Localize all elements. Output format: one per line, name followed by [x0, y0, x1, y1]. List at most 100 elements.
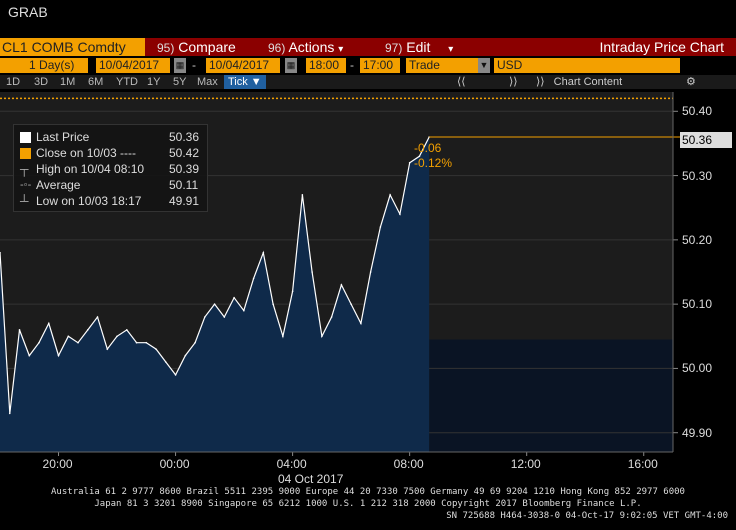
legend-close[interactable]: Close on 10/03 ---- 50.42: [14, 145, 209, 161]
future-region: [429, 339, 673, 452]
expand-icon[interactable]: ⟩⟩: [509, 75, 518, 89]
price-point: [379, 226, 382, 228]
last-price-badge: 50.36: [680, 132, 732, 148]
range-button-3d[interactable]: 3D: [34, 75, 48, 89]
range-button-ytd[interactable]: YTD: [116, 75, 138, 89]
price-point: [155, 348, 157, 350]
price-point: [0, 251, 1, 254]
actions-button[interactable]: 96) Actions ▾: [268, 38, 343, 56]
compare-button[interactable]: 95) Compare: [157, 38, 236, 56]
chart-content-button[interactable]: ⟩⟩ Chart Content: [536, 75, 622, 89]
price-point: [47, 322, 50, 325]
footer-session: SN 725688 H464-3038-0 04-Oct-17 9:02:05 …: [446, 511, 728, 521]
calendar-icon[interactable]: ▦: [285, 58, 297, 73]
price-point: [116, 335, 118, 338]
legend-last-price[interactable]: Last Price 50.36: [14, 129, 209, 145]
x-date-label: 04 Oct 2017: [278, 472, 344, 486]
price-point: [360, 322, 362, 325]
edit-button[interactable]: 97) Edit ▾: [385, 38, 453, 56]
chevron-down-icon[interactable]: ▼: [478, 58, 490, 73]
y-tick-label: 50.10: [682, 297, 713, 312]
range-button-6m[interactable]: 6M: [88, 75, 103, 89]
x-tick-label: 20:00: [42, 457, 73, 471]
range-button-1d[interactable]: 1D: [6, 75, 20, 89]
y-tick-label: 50.40: [682, 104, 713, 119]
y-tick-label: 50.00: [682, 361, 713, 376]
start-date-input[interactable]: 10/04/2017: [96, 58, 170, 73]
price-point: [340, 284, 343, 286]
footer-contacts-1: Australia 61 2 9777 8600 Brazil 5511 239…: [51, 487, 685, 497]
ticker-input[interactable]: CL1 COMB Comdty: [0, 38, 145, 56]
price-point: [86, 329, 89, 331]
event-select[interactable]: Trade: [406, 58, 478, 73]
legend-value: 50.42: [169, 146, 200, 160]
price-point: [184, 354, 187, 357]
range-button-1m[interactable]: 1M: [60, 75, 75, 89]
tick-range-button[interactable]: Tick ▼: [224, 75, 266, 89]
params-toolbar: 1 Day(s) 10/04/2017 ▦ - 10/04/2017 ▦ 18:…: [0, 57, 736, 74]
range-button-1y[interactable]: 1Y: [147, 75, 160, 89]
legend-low[interactable]: ┴ Low on 10/03 18:17 49.91: [14, 193, 209, 209]
compare-number: 95): [157, 41, 175, 55]
price-point: [369, 271, 372, 273]
price-point: [243, 309, 245, 312]
price-point: [311, 271, 313, 273]
legend-average[interactable]: -◦- Average 50.11: [14, 177, 209, 193]
price-point: [350, 303, 352, 305]
main-toolbar: CL1 COMB Comdty 95) Compare 96) Actions …: [0, 38, 736, 56]
period-input[interactable]: 1 Day(s): [0, 58, 88, 73]
legend-high[interactable]: ┬ High on 10/04 08:10 50.39: [14, 161, 209, 177]
start-time-input[interactable]: 18:00: [306, 58, 346, 73]
legend-value: 49.91: [169, 194, 200, 208]
y-tick-label: 50.20: [682, 232, 713, 247]
range-button-5y[interactable]: 5Y: [173, 75, 186, 89]
price-point: [96, 316, 99, 318]
price-point: [330, 316, 333, 318]
legend-label: Average: [36, 178, 81, 192]
legend-label: Last Price: [36, 130, 90, 144]
price-point: [8, 412, 11, 415]
legend-label: High on 10/04 08:10: [36, 162, 145, 176]
end-date-input[interactable]: 10/04/2017: [206, 58, 280, 73]
price-point: [223, 316, 226, 318]
price-point: [282, 335, 284, 338]
square-icon: [20, 132, 31, 143]
price-point: [194, 341, 196, 344]
expand-icon: ⟩⟩: [536, 76, 545, 88]
average-marker-icon: -◦-: [20, 179, 32, 191]
currency-input[interactable]: USD: [494, 58, 680, 73]
price-point: [125, 329, 128, 331]
legend-value: 50.11: [169, 178, 199, 192]
collapse-icon[interactable]: ⟨⟨: [457, 75, 466, 89]
compare-label: Compare: [178, 39, 236, 55]
chevron-down-icon: ▾: [338, 44, 344, 55]
price-point: [389, 194, 391, 196]
x-tick-label: 16:00: [627, 457, 658, 471]
price-point: [301, 194, 304, 196]
chart-content-label: Chart Content: [553, 76, 623, 88]
chart-title: Intraday Price Chart: [599, 39, 725, 55]
x-tick-label: 12:00: [510, 457, 541, 471]
edit-number: 97): [385, 41, 403, 55]
price-point: [38, 341, 40, 344]
price-point: [57, 354, 60, 357]
range-button-max[interactable]: Max: [197, 75, 218, 89]
price-point: [204, 316, 206, 318]
price-point: [408, 161, 411, 164]
price-point: [165, 361, 167, 363]
price-point: [174, 374, 177, 376]
period-count: 1: [29, 58, 36, 72]
end-time-input[interactable]: 17:00: [360, 58, 400, 73]
price-point: [291, 290, 294, 293]
price-point: [106, 348, 109, 350]
change-absolute: -0.06: [414, 141, 442, 155]
chevron-down-icon: ▾: [448, 44, 454, 55]
footer-contacts-2: Japan 81 3 3201 8900 Singapore 65 6212 1…: [94, 499, 642, 509]
calendar-icon[interactable]: ▦: [174, 58, 186, 73]
x-tick-label: 04:00: [276, 457, 307, 471]
y-tick-label: 49.90: [682, 425, 713, 440]
gear-icon[interactable]: ⚙: [686, 75, 696, 89]
chart-legend[interactable]: Last Price 50.36 Close on 10/03 ---- 50.…: [13, 124, 208, 212]
actions-number: 96): [268, 41, 286, 55]
price-point: [262, 251, 265, 254]
